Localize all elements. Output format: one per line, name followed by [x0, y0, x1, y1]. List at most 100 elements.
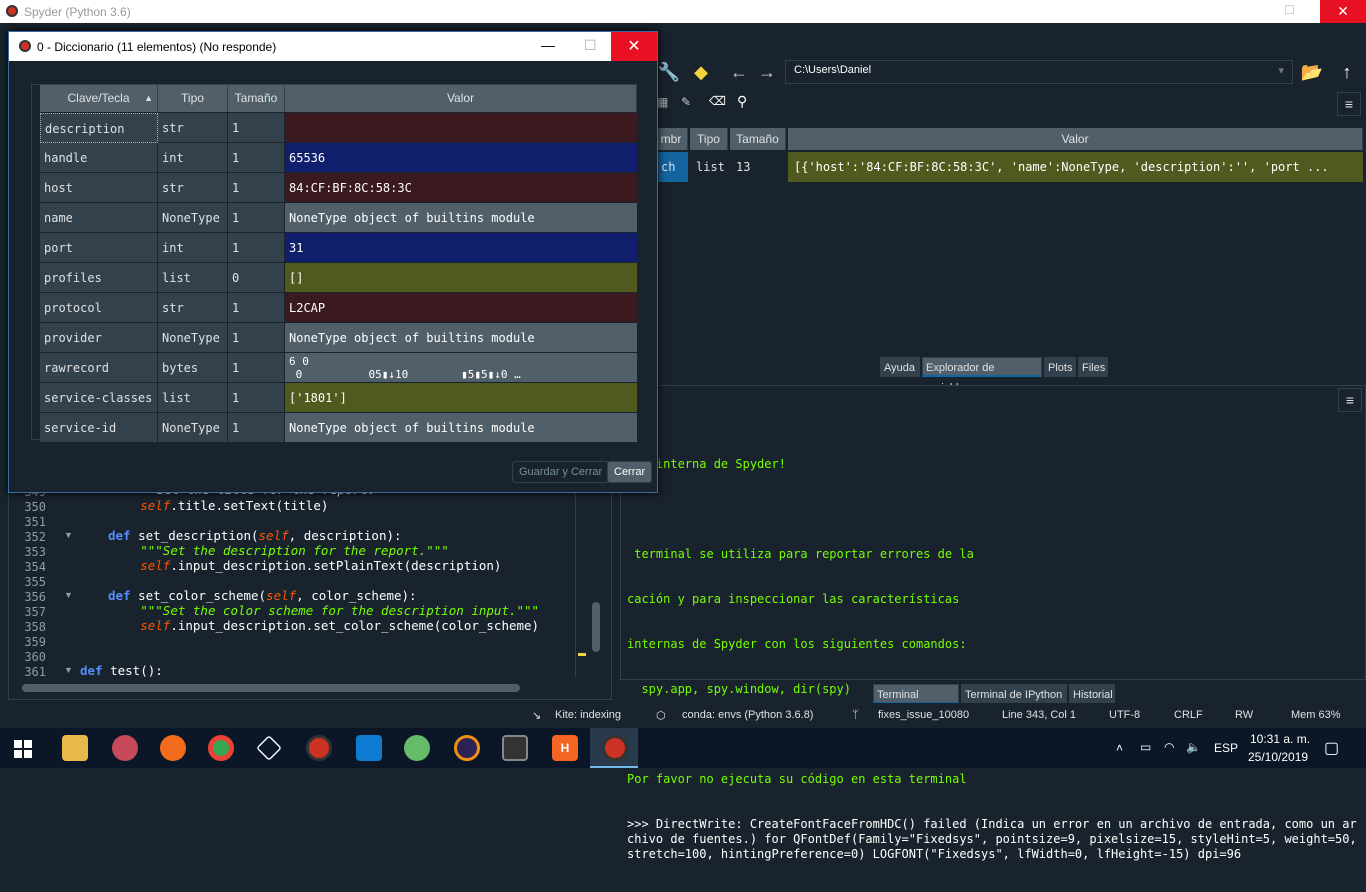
back-arrow-icon[interactable]: ← — [727, 60, 751, 84]
windows-start-icon[interactable] — [14, 740, 32, 758]
save-and-close-button[interactable]: Guardar y Cerrar — [512, 461, 610, 483]
row-value-cell[interactable]: NoneType object of builtins module — [285, 323, 637, 353]
table-row[interactable]: port int 1 31 — [40, 233, 637, 263]
row-type-cell[interactable]: NoneType — [158, 323, 228, 353]
row-key-cell[interactable]: host — [40, 173, 158, 203]
row-size-cell[interactable]: 1 — [228, 383, 285, 413]
code-editor[interactable]: 349 350 351 352 353 354 355 356 357 358 359 360 361 S… — [0, 487, 612, 700]
row-value-cell[interactable]: 84:CF:BF:8C:58:3C — [285, 173, 637, 203]
tab-ayuda[interactable]: Ayuda — [880, 357, 920, 377]
row-type-cell[interactable]: int — [158, 143, 228, 173]
row-value-cell[interactable]: L2CAP — [285, 293, 637, 323]
variable-value-cell[interactable]: [{'host':'84:CF:BF:8C:58:3C', 'name':Non… — [788, 152, 1363, 182]
spyder-active-icon[interactable] — [602, 735, 628, 761]
minimize-icon[interactable]: — — [541, 37, 555, 53]
row-type-cell[interactable]: int — [158, 233, 228, 263]
dictionary-table[interactable]: Clave/Tecla ▲ Tipo Tamaño Valor descript… — [31, 84, 637, 443]
row-size-cell[interactable]: 1 — [228, 143, 285, 173]
row-value-cell[interactable] — [285, 113, 637, 143]
edit-icon[interactable]: ✎ — [681, 95, 691, 109]
row-key-cell[interactable]: rawrecord — [40, 353, 158, 383]
tab-files[interactable]: Files — [1078, 357, 1108, 377]
horizontal-scrollbar[interactable] — [22, 684, 520, 692]
row-size-cell[interactable]: 0 — [228, 263, 285, 293]
terminal-icon[interactable] — [502, 735, 528, 761]
options-menu-button[interactable]: ≡ — [1337, 92, 1361, 116]
close-button[interactable]: ✕ — [1320, 0, 1366, 23]
fold-marker-icon[interactable]: ▼ — [64, 530, 73, 540]
row-key-cell[interactable]: handle — [40, 143, 158, 173]
table-row[interactable]: provider NoneType 1 NoneType object of buil… — [40, 323, 637, 353]
row-key-cell[interactable]: description — [40, 113, 158, 143]
vertical-scrollbar[interactable] — [592, 602, 600, 652]
column-header-type[interactable]: Tipo — [690, 128, 728, 150]
search-icon[interactable]: ⚲ — [737, 93, 747, 110]
tab-plots[interactable]: Plots — [1044, 357, 1076, 377]
maximize-icon[interactable]: ☐ — [584, 37, 597, 54]
row-key-cell[interactable]: service-classes — [40, 383, 158, 413]
eclipse-icon[interactable] — [454, 735, 480, 761]
python-icon[interactable]: ◆ — [689, 60, 713, 84]
code-line[interactable]: def set_description(self, description): — [108, 528, 402, 543]
row-size-cell[interactable]: 1 — [228, 203, 285, 233]
volume-icon[interactable]: 🔈 — [1186, 740, 1201, 754]
row-size-cell[interactable]: 1 — [228, 413, 285, 443]
virtualbox-icon[interactable] — [256, 735, 282, 761]
folder-open-icon[interactable]: 📂 — [1300, 60, 1324, 84]
row-value-cell[interactable]: 65536 — [285, 143, 637, 173]
dialog-title-bar[interactable]: 0 - Diccionario (11 elementos) (No respo… — [9, 32, 657, 61]
row-value-cell[interactable]: ['1801'] — [285, 383, 637, 413]
row-key-cell[interactable]: profiles — [40, 263, 158, 293]
table-row[interactable]: service-classes list 1 ['1801'] — [40, 383, 637, 413]
row-key-cell[interactable]: provider — [40, 323, 158, 353]
up-arrow-icon[interactable]: ↑ — [1335, 60, 1359, 84]
tray-chevron-icon[interactable]: ˄ — [1116, 741, 1123, 755]
column-header-size[interactable]: Tamaño — [730, 128, 786, 150]
h-app-icon[interactable]: H — [552, 735, 578, 761]
row-type-cell[interactable]: NoneType — [158, 413, 228, 443]
row-type-cell[interactable]: str — [158, 113, 228, 143]
row-value-cell[interactable]: [] — [285, 263, 637, 293]
battery-icon[interactable]: ▭ — [1140, 740, 1151, 754]
dialog-close-button[interactable]: ✕ — [611, 32, 657, 61]
row-size-cell[interactable]: 1 — [228, 323, 285, 353]
code-line[interactable]: """Set the description for the report.""… — [80, 543, 449, 558]
row-type-cell[interactable]: NoneType — [158, 203, 228, 233]
row-key-cell[interactable]: service-id — [40, 413, 158, 443]
table-row[interactable]: description str 1 — [40, 113, 637, 143]
row-type-cell[interactable]: list — [158, 263, 228, 293]
app-icon[interactable] — [112, 735, 138, 761]
row-value-cell[interactable]: NoneType object of builtins module — [285, 203, 637, 233]
wrench-icon[interactable]: 🔧 — [657, 60, 681, 84]
language-indicator[interactable]: ESP — [1214, 741, 1238, 755]
firefox-icon[interactable] — [160, 735, 186, 761]
row-value-cell[interactable]: 31 — [285, 233, 637, 263]
table-row[interactable]: host str 1 84:CF:BF:8C:58:3C — [40, 173, 637, 203]
code-line[interactable]: def test(): — [80, 663, 163, 678]
table-row[interactable]: name NoneType 1 NoneType object of builtins… — [40, 203, 637, 233]
tab-internal-console[interactable]: Terminal interna — [873, 684, 959, 721]
column-header-type[interactable]: Tipo — [158, 85, 228, 112]
variable-name-cell[interactable]: ch — [655, 152, 688, 182]
code-line[interactable]: self.input_description.setPlainText(desc… — [80, 558, 501, 573]
save-data-icon[interactable]: ▦ — [657, 95, 668, 109]
column-header-name[interactable]: mbr — [655, 128, 688, 150]
fold-marker-icon[interactable]: ▼ — [64, 590, 73, 600]
row-size-cell[interactable]: 1 — [228, 113, 285, 143]
eraser-icon[interactable]: ⌫ — [709, 94, 726, 108]
code-line[interactable]: """Set the color scheme for the descript… — [80, 603, 539, 618]
forward-arrow-icon[interactable]: → — [755, 60, 779, 84]
internal-console[interactable]: ≡ nal interna de Spyder! terminal se uti… — [620, 385, 1366, 861]
column-header-key[interactable]: Clave/Tecla ▲ — [40, 85, 158, 112]
notifications-icon[interactable]: ▢ — [1324, 738, 1339, 758]
row-value-cell[interactable]: NoneType object of builtins module — [285, 413, 637, 443]
row-size-cell[interactable]: 1 — [228, 173, 285, 203]
column-header-size[interactable]: Tamaño — [228, 85, 285, 112]
table-row[interactable]: profiles list 0[] — [40, 263, 637, 293]
row-value-cell[interactable]: 6 0 0 05▮↓10 ▮5▮5▮↓0 … — [285, 353, 637, 383]
fold-marker-icon[interactable]: ▼ — [64, 665, 73, 675]
column-header-value[interactable]: Valor — [285, 85, 637, 112]
code-line[interactable]: self.input_description.set_color_scheme(… — [80, 618, 539, 633]
table-row[interactable]: rawrecord bytes 1 6 0 0 05▮↓10 ▮5▮5▮↓0 … — [40, 353, 637, 383]
table-row[interactable]: protocol str 1 L2CAP — [40, 293, 637, 323]
